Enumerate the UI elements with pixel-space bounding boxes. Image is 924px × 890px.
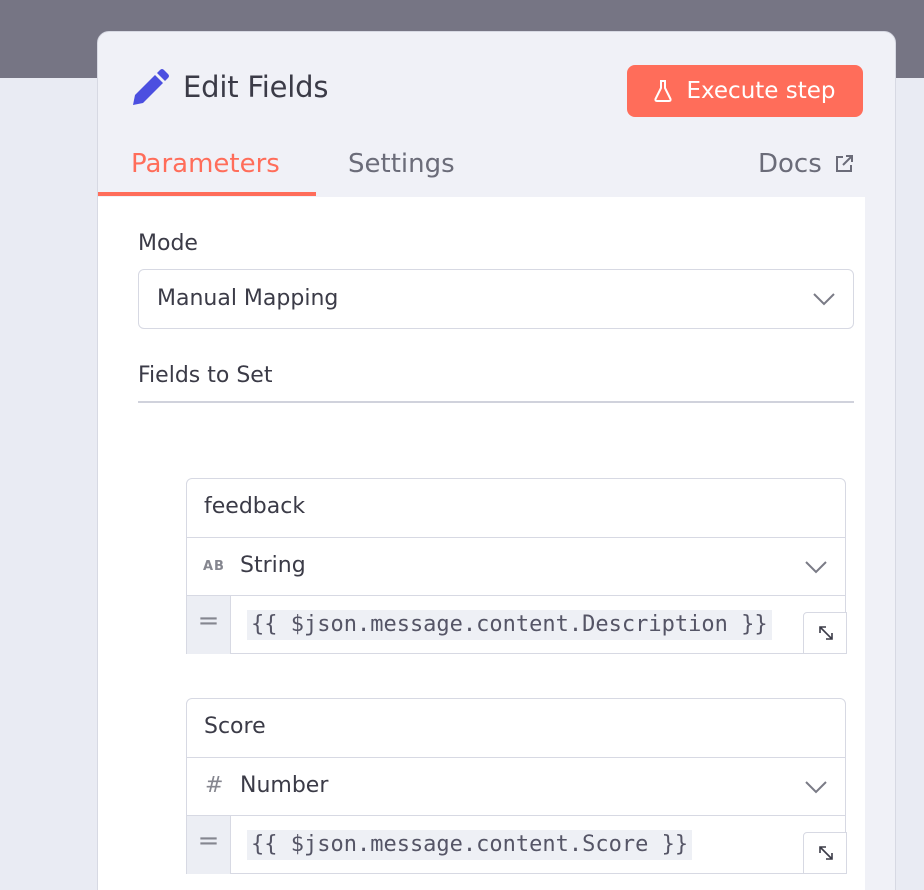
field-name-input[interactable]: Score — [187, 699, 845, 757]
field-assignment: Score # Number = {{ $json.message.conten… — [186, 698, 847, 874]
field-value-input[interactable]: = {{ $json.message.content.Description }… — [187, 595, 847, 654]
number-type-icon: # — [205, 773, 224, 798]
field-type-value: Number — [240, 773, 329, 798]
docs-label: Docs — [758, 149, 822, 179]
mode-select[interactable]: Manual Mapping — [138, 269, 854, 329]
chevron-down-icon — [813, 293, 835, 306]
flask-icon — [654, 80, 673, 102]
field-type-value: String — [240, 553, 306, 578]
tab-settings-label: Settings — [348, 149, 455, 179]
execute-step-button[interactable]: Execute step — [627, 65, 863, 117]
pencil-icon — [133, 69, 169, 105]
section-divider — [138, 401, 854, 403]
active-tab-underline — [98, 192, 316, 196]
field-value-input[interactable]: = {{ $json.message.content.Score }} — [187, 815, 847, 874]
string-type-icon: AB — [203, 559, 225, 574]
expand-expression-button[interactable] — [803, 832, 847, 874]
field-assignment: feedback AB String = {{ $json.message.co… — [186, 478, 847, 654]
panel-header: Edit Fields Execute step — [98, 32, 895, 122]
parameters-content: Mode Manual Mapping Fields to Set feedba… — [98, 197, 865, 890]
panel-tabs: Parameters Settings Docs — [98, 144, 895, 198]
field-name-input[interactable]: feedback — [187, 479, 845, 537]
chevron-down-icon — [805, 561, 827, 574]
equals-icon: = — [187, 816, 231, 874]
panel-title: Edit Fields — [183, 70, 329, 104]
field-type-select[interactable]: AB String — [187, 537, 845, 595]
field-expression: {{ $json.message.content.Score }} — [247, 830, 693, 860]
expand-expression-button[interactable] — [803, 612, 847, 654]
field-name-value: Score — [204, 714, 266, 739]
mode-label: Mode — [138, 231, 198, 256]
field-type-select[interactable]: # Number — [187, 757, 845, 815]
execute-step-label: Execute step — [686, 78, 836, 104]
tab-parameters[interactable]: Parameters — [131, 144, 280, 196]
tab-parameters-label: Parameters — [131, 149, 280, 179]
expand-icon — [819, 846, 833, 860]
external-link-icon — [835, 155, 853, 172]
docs-link[interactable]: Docs — [758, 144, 854, 184]
chevron-down-icon — [805, 781, 827, 794]
field-expression: {{ $json.message.content.Description }} — [247, 610, 772, 640]
tab-settings[interactable]: Settings — [348, 144, 455, 196]
field-name-value: feedback — [204, 494, 306, 519]
fields-to-set-label: Fields to Set — [138, 363, 273, 388]
expand-icon — [819, 626, 833, 640]
mode-select-value: Manual Mapping — [157, 286, 339, 311]
node-settings-panel: Edit Fields Execute step Parameters Sett… — [97, 31, 896, 890]
equals-icon: = — [187, 596, 231, 654]
